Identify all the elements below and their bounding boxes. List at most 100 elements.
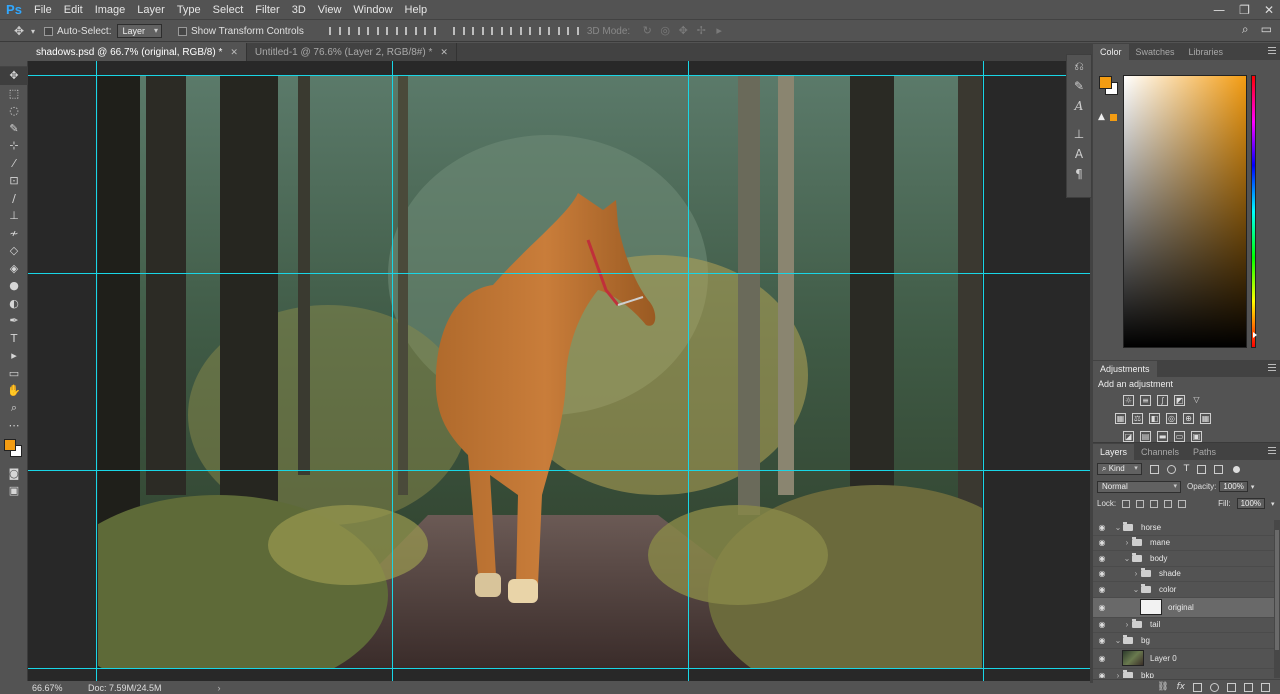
color-balance-icon[interactable]: ⚖ (1132, 413, 1143, 424)
visibility-eye-icon[interactable]: ◉ (1093, 654, 1111, 663)
layer-row[interactable]: ◉ › bkp (1093, 669, 1274, 678)
dodge-tool-icon[interactable]: ◐ (0, 295, 28, 313)
posterize-icon[interactable]: ▤ (1140, 431, 1151, 442)
tab-layers[interactable]: Layers (1093, 444, 1135, 460)
group-twirl-icon[interactable]: ⌄ (1131, 585, 1141, 594)
layer-name[interactable]: bkp (1141, 671, 1154, 678)
layer-row[interactable]: ◉ › mane (1093, 536, 1274, 551)
visibility-eye-icon[interactable]: ◉ (1093, 636, 1111, 645)
pixel-filter-icon[interactable] (1149, 464, 1159, 474)
forest-horse-image[interactable] (98, 75, 982, 668)
new-adjustment-icon[interactable] (1210, 682, 1219, 692)
vibrance-icon[interactable]: ▽ (1191, 395, 1202, 406)
photo-filter-icon[interactable]: ◎ (1166, 413, 1177, 424)
blur-tool-icon[interactable]: ● (0, 277, 28, 295)
align-top-icon[interactable] (327, 25, 341, 37)
hand-tool-icon[interactable]: ✋ (0, 382, 28, 400)
layer-row[interactable]: ◉ original (1093, 597, 1274, 618)
layer-name[interactable]: color (1159, 585, 1176, 594)
tab-shadows[interactable]: shadows.psd @ 66.7% (original, RGB/8) * … (28, 43, 247, 61)
zoom-level-field[interactable]: 66.67% (28, 683, 68, 693)
align-right-icon[interactable] (422, 25, 436, 37)
shape-filter-icon[interactable] (1197, 464, 1207, 474)
show-transform-checkbox[interactable] (178, 26, 187, 36)
three-d-drag-icon[interactable]: ✥ (676, 25, 690, 37)
layer-row[interactable]: ◉ Layer 0 (1093, 649, 1274, 669)
auto-select-dropdown[interactable]: Layer (117, 24, 162, 38)
layer-row[interactable]: ◉ › shade (1093, 567, 1274, 582)
color-panel-foreground-chip[interactable] (1099, 76, 1112, 89)
lock-all-icon[interactable] (1178, 499, 1187, 508)
guide-horizontal[interactable] (28, 273, 1090, 274)
group-twirl-icon[interactable]: › (1122, 538, 1132, 547)
layer-name[interactable]: body (1150, 554, 1167, 563)
distribute-vcenter-icon[interactable] (470, 25, 484, 37)
group-twirl-icon[interactable]: ⌄ (1113, 523, 1123, 532)
layer-filter-kind-dropdown[interactable]: ⌕ Kind (1097, 463, 1142, 475)
guide-vertical[interactable] (688, 61, 689, 681)
add-mask-icon[interactable] (1193, 682, 1202, 692)
layer-row[interactable]: ◉ ⌄ color (1093, 582, 1274, 598)
layer-name[interactable]: mane (1150, 538, 1170, 547)
layer-name[interactable]: Layer 0 (1150, 654, 1177, 663)
layer-row[interactable]: ◉ › tail (1093, 618, 1274, 633)
layers-scrollbar[interactable] (1274, 520, 1280, 678)
eyedropper-tool-icon[interactable]: ⁄ (0, 155, 28, 173)
panel-menu-icon[interactable] (1268, 447, 1276, 454)
tab-adjustments[interactable]: Adjustments (1093, 361, 1157, 377)
lock-position-icon[interactable] (1150, 499, 1159, 508)
three-d-slide-icon[interactable]: ✢ (694, 25, 708, 37)
lasso-tool-icon[interactable]: ◌ (0, 102, 28, 120)
menu-select[interactable]: Select (207, 0, 250, 20)
menu-filter[interactable]: Filter (249, 0, 285, 20)
distribute-right-icon[interactable] (546, 25, 560, 37)
lock-transparent-icon[interactable] (1122, 499, 1131, 508)
move-tool-icon[interactable]: ✥ (0, 67, 28, 85)
layer-name[interactable]: bg (1141, 636, 1150, 645)
blend-mode-dropdown[interactable]: Normal (1097, 480, 1181, 493)
menu-type[interactable]: Type (171, 0, 207, 20)
restore-button[interactable]: ❐ (1239, 3, 1250, 17)
threshold-icon[interactable]: ▬ (1157, 431, 1168, 442)
minimize-button[interactable]: — (1213, 3, 1225, 17)
group-twirl-icon[interactable]: ⌄ (1113, 636, 1123, 645)
path-select-tool-icon[interactable]: ▸ (0, 347, 28, 365)
link-layers-icon[interactable]: ⛓ (1157, 682, 1168, 692)
visibility-eye-icon[interactable]: ◉ (1093, 554, 1111, 563)
three-d-scale-icon[interactable]: ▸ (712, 25, 726, 37)
character-panel-icon[interactable]: A (1067, 97, 1091, 115)
more-tools-icon[interactable]: ⋯ (0, 417, 28, 435)
three-d-rotate-icon[interactable]: ↻ (640, 25, 654, 37)
menu-view[interactable]: View (312, 0, 348, 20)
layer-name[interactable]: original (1168, 603, 1194, 612)
menu-3d[interactable]: 3D (286, 0, 312, 20)
tab-color[interactable]: Color (1093, 44, 1129, 60)
tab-untitled[interactable]: Untitled-1 @ 76.6% (Layer 2, RGB/8#) * ✕ (247, 43, 457, 61)
guide-horizontal[interactable] (28, 470, 1090, 471)
layer-name[interactable]: horse (1141, 523, 1161, 532)
fill-field[interactable]: 100% (1236, 498, 1266, 509)
layer-row[interactable]: ◉ ⌄ horse (1093, 520, 1274, 536)
filter-toggle[interactable] (1233, 465, 1241, 473)
quick-select-tool-icon[interactable]: ✎ (0, 120, 28, 138)
character-styles-icon[interactable]: A (1067, 145, 1091, 163)
group-twirl-icon[interactable]: › (1131, 569, 1141, 578)
marquee-tool-icon[interactable]: ⬚ (0, 85, 28, 103)
tab-libraries[interactable]: Libraries (1182, 44, 1231, 60)
visibility-eye-icon[interactable]: ◉ (1093, 585, 1111, 594)
adjustment-filter-icon[interactable] (1166, 464, 1176, 474)
layer-row[interactable]: ◉ ⌄ body (1093, 551, 1274, 567)
crop-tool-icon[interactable]: ⊹ (0, 137, 28, 155)
opacity-field[interactable]: 100% (1219, 481, 1248, 492)
levels-icon[interactable]: ≡ (1140, 395, 1151, 406)
canvas-workspace[interactable] (28, 61, 1090, 681)
guide-vertical[interactable] (392, 61, 393, 681)
panel-menu-icon[interactable] (1268, 47, 1276, 54)
tab-paths[interactable]: Paths (1186, 444, 1223, 460)
paragraph-icon[interactable]: ¶ (1067, 165, 1091, 183)
visibility-eye-icon[interactable]: ◉ (1093, 620, 1111, 629)
menu-edit[interactable]: Edit (58, 0, 89, 20)
distribute-left-icon[interactable] (508, 25, 522, 37)
lock-artboard-icon[interactable] (1164, 499, 1173, 508)
auto-select-checkbox[interactable] (44, 26, 53, 36)
